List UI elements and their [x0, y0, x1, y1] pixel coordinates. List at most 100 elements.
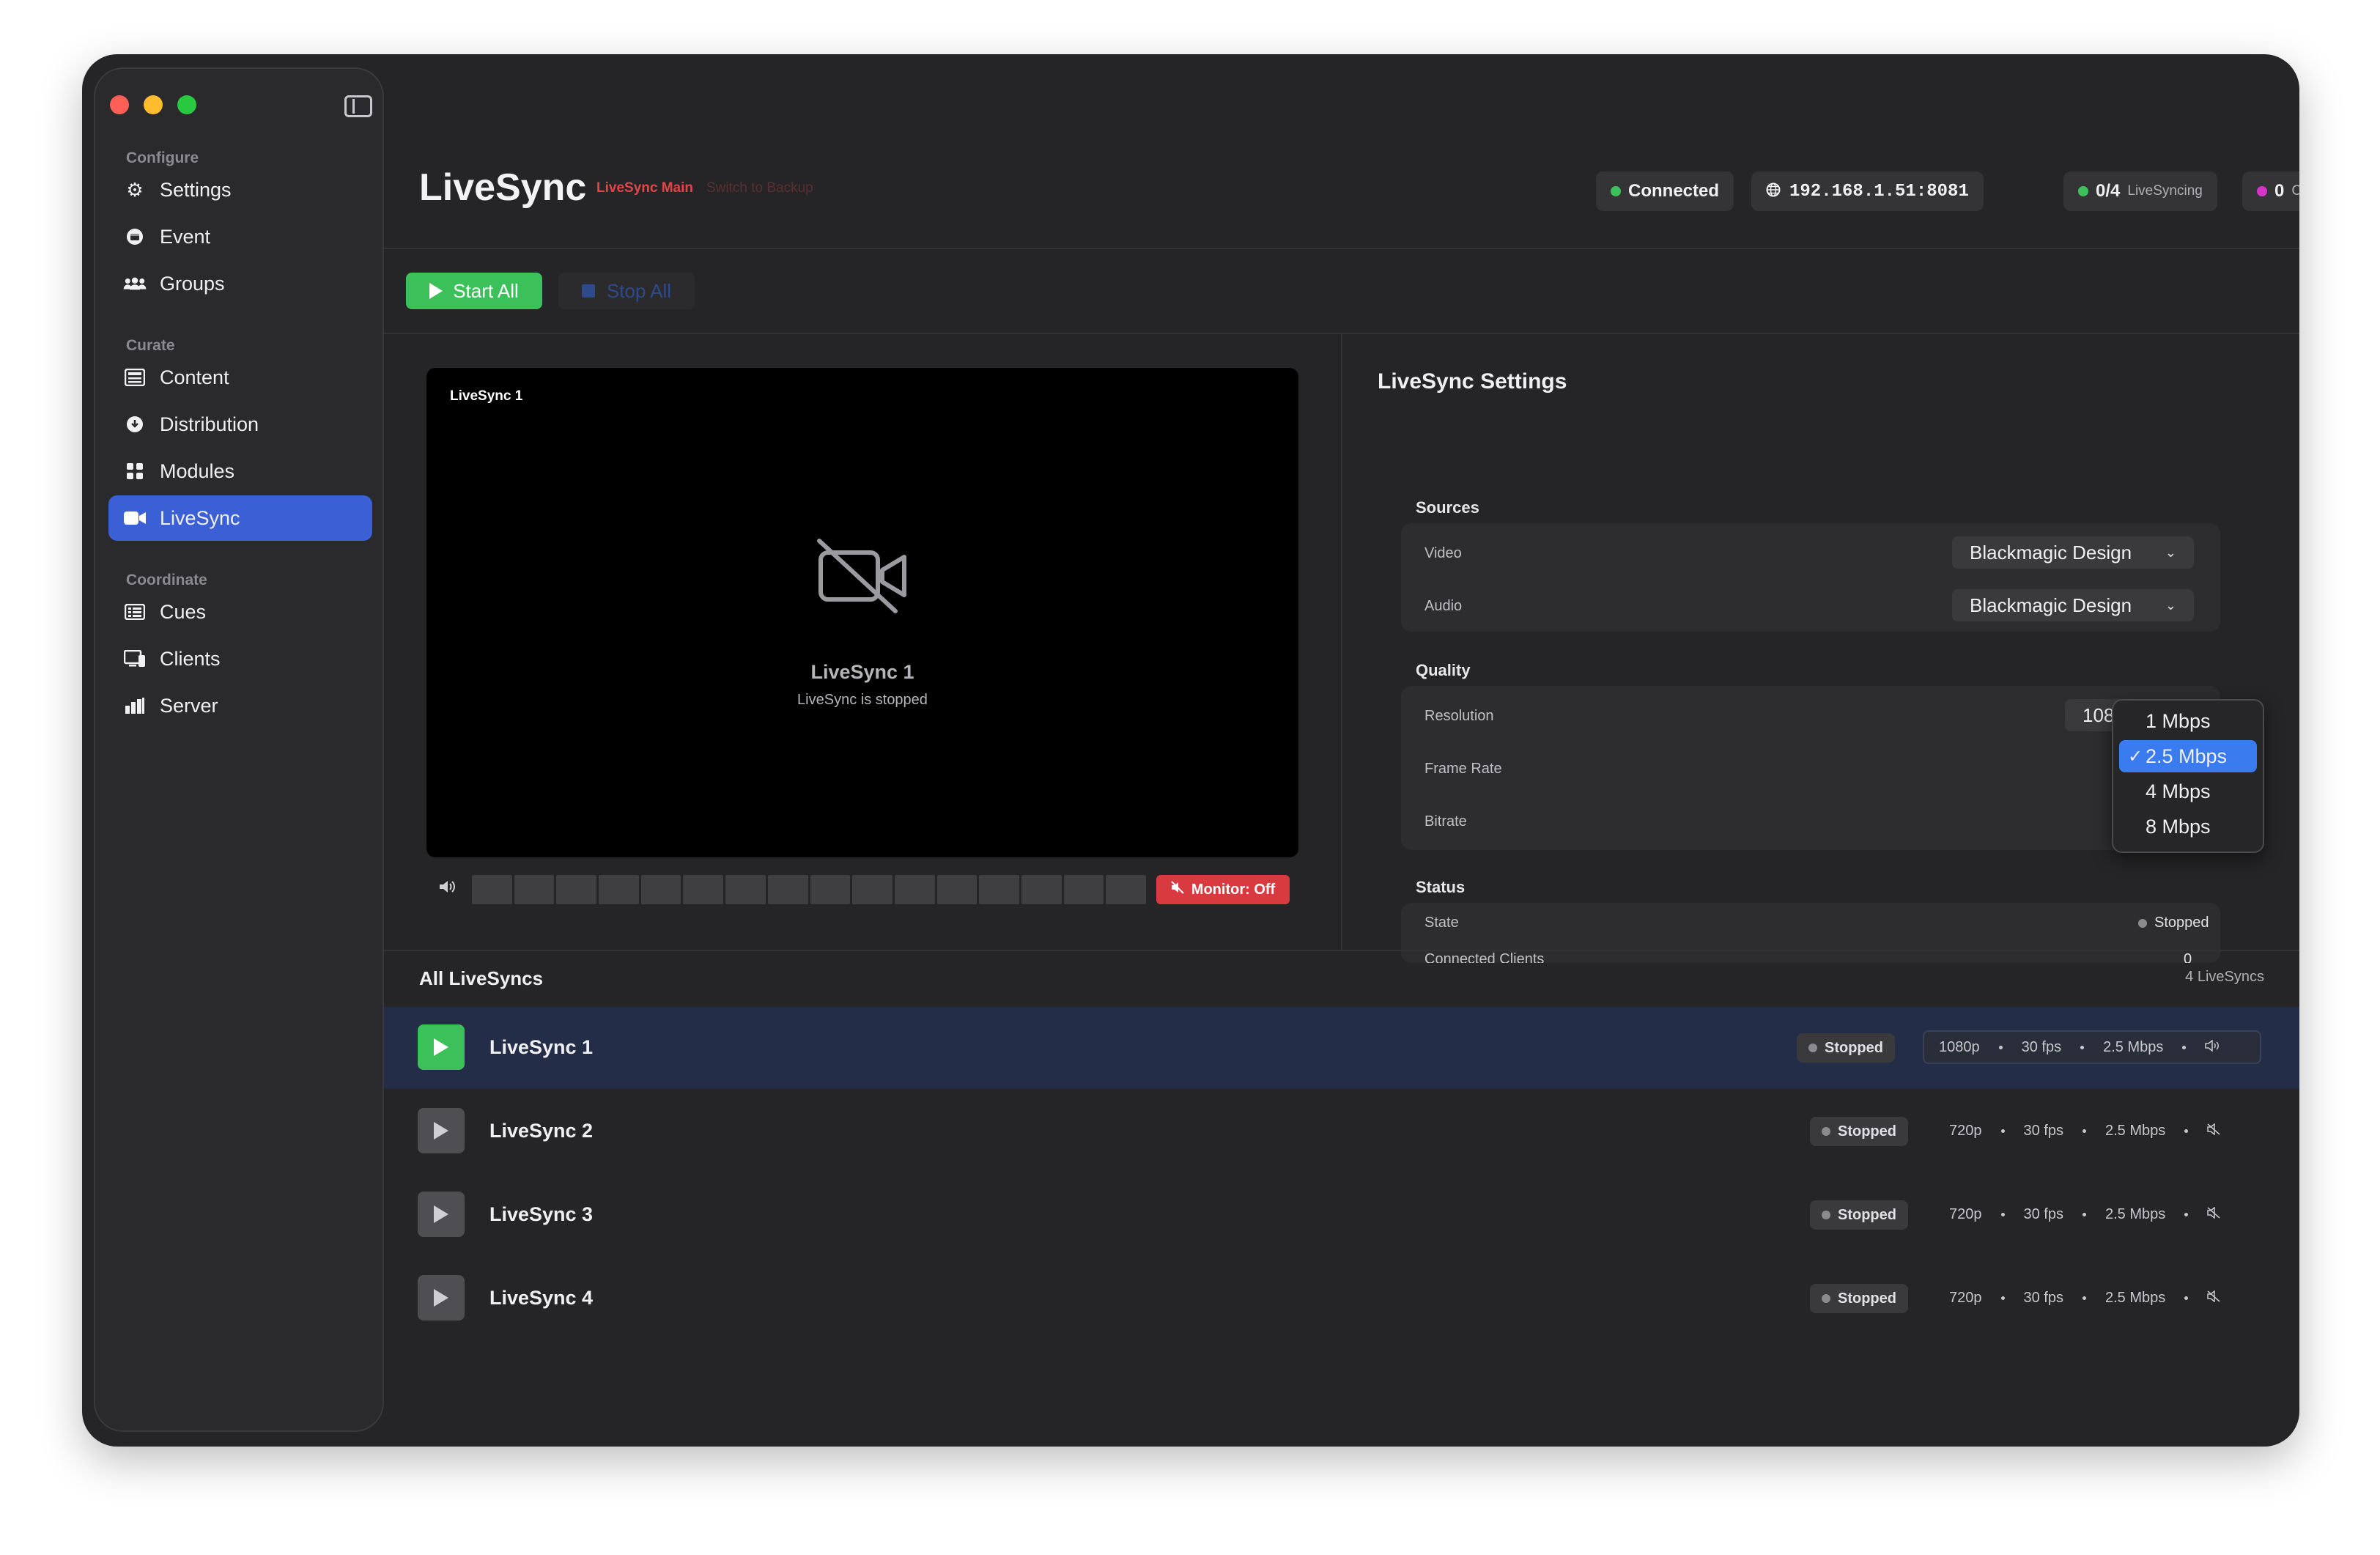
minimize-window-button[interactable]	[144, 95, 163, 114]
state-value: Stopped	[2138, 915, 2209, 931]
server-address-badge[interactable]: 192.168.1.51:8081	[1751, 171, 1984, 211]
play-button[interactable]	[418, 1275, 465, 1321]
livesyncing-count: 0/4	[2096, 181, 2121, 201]
sidebar-item-label: Event	[160, 225, 211, 248]
section-label-curate: Curate	[126, 337, 175, 354]
chevron-down-icon: ⌄	[2165, 544, 2176, 560]
connection-status-text: Connected	[1628, 181, 1720, 201]
divider	[384, 950, 2299, 951]
zoom-window-button[interactable]	[177, 95, 196, 114]
sidebar-item-clients[interactable]: Clients	[108, 636, 372, 682]
preview-label: LiveSync 1	[450, 388, 523, 404]
bitrate-option-selected[interactable]: ✓ 2.5 Mbps	[2119, 740, 2257, 772]
divider	[384, 248, 2299, 249]
sidebar-item-server[interactable]: Server	[108, 683, 372, 728]
list-icon	[123, 602, 147, 622]
sidebar-item-content[interactable]: Content	[108, 355, 372, 400]
level-segment	[894, 875, 935, 904]
speaker-icon	[2205, 1038, 2220, 1056]
instance-label: LiveSync Main	[596, 180, 693, 196]
bitrate-option[interactable]: 4 Mbps	[2119, 775, 2257, 808]
bitrate-option-label: 1 Mbps	[2146, 709, 2211, 732]
state-value-text: Stopped	[2154, 915, 2209, 931]
level-segment	[852, 875, 892, 904]
stream-meta: 1080p 30 fps 2.5 Mbps	[1923, 1030, 2261, 1064]
row-name: LiveSync 2	[489, 1120, 594, 1142]
bitrate-option[interactable]: 8 Mbps	[2119, 810, 2257, 843]
meta-fps: 30 fps	[2021, 1038, 2062, 1055]
play-button[interactable]	[418, 1192, 465, 1237]
start-all-button[interactable]: Start All	[406, 273, 542, 309]
table-row[interactable]: LiveSync 1 Stopped 1080p 30 fps 2.5 Mbps	[384, 1007, 2299, 1089]
livesyncing-label: LiveSyncing	[2127, 183, 2203, 199]
download-icon	[123, 414, 147, 435]
play-icon	[434, 1205, 448, 1223]
stop-icon	[581, 284, 595, 298]
audio-source-value: Blackmagic Design	[1970, 594, 2132, 616]
play-icon	[434, 1289, 448, 1307]
groups-icon	[123, 273, 147, 294]
quality-label: Quality	[1416, 661, 1471, 679]
sidebar-item-label: Cues	[160, 600, 207, 623]
preview-stream-name: LiveSync 1	[810, 661, 914, 683]
start-all-label: Start All	[453, 279, 519, 302]
sidebar-item-event[interactable]: Event	[108, 214, 372, 259]
globe-icon	[1766, 181, 1781, 202]
meta-fps: 30 fps	[2023, 1205, 2063, 1222]
scroll-mask	[1378, 963, 2299, 978]
sidebar-item-distribution[interactable]: Distribution	[108, 402, 372, 447]
level-segment	[1106, 875, 1146, 904]
audio-level-meter	[472, 875, 1146, 904]
bitrate-option-label: 2.5 Mbps	[2146, 745, 2228, 767]
meta-fps: 30 fps	[2023, 1289, 2063, 1306]
meta-bitrate: 2.5 Mbps	[2103, 1038, 2164, 1055]
monitor-icon	[123, 649, 147, 669]
bitrate-menu: 1 Mbps ✓ 2.5 Mbps 4 Mbps 8 Mbps	[2112, 699, 2264, 853]
close-window-button[interactable]	[110, 95, 129, 114]
sidebar-item-cues[interactable]: Cues	[108, 589, 372, 635]
status-section-label: Status	[1416, 878, 1466, 896]
status-text: Stopped	[1838, 1290, 1896, 1307]
video-source-select[interactable]: Blackmagic Design ⌄	[1952, 536, 2194, 569]
sidebar-item-label: Modules	[160, 459, 235, 482]
play-button[interactable]	[418, 1024, 465, 1070]
bar-chart-icon	[123, 695, 147, 716]
play-button[interactable]	[418, 1108, 465, 1153]
list-count: 4 LiveSyncs	[2185, 969, 2264, 985]
sidebar-toggle-icon[interactable]	[344, 95, 372, 117]
stream-meta: 720p 30 fps 2.5 Mbps	[1934, 1197, 2235, 1231]
level-segment	[725, 875, 766, 904]
sidebar: Configure ⚙ Settings Event Groups Curate…	[94, 67, 384, 1432]
sidebar-item-livesync[interactable]: LiveSync	[108, 495, 372, 541]
level-segment	[599, 875, 639, 904]
bitrate-option[interactable]: 1 Mbps	[2119, 705, 2257, 737]
sidebar-item-settings[interactable]: ⚙ Settings	[108, 167, 372, 213]
camera-off-icon	[817, 539, 906, 613]
status-badge: Stopped	[1810, 1200, 1908, 1230]
stop-all-button[interactable]: Stop All	[558, 273, 695, 309]
status-badge: Stopped	[1810, 1117, 1908, 1146]
status-text: Stopped	[1825, 1039, 1883, 1056]
play-icon	[434, 1122, 448, 1140]
table-row[interactable]: LiveSync 2 Stopped 720p 30 fps 2.5 Mbps	[384, 1090, 2299, 1172]
level-segment	[556, 875, 597, 904]
gear-icon: ⚙	[126, 178, 144, 201]
grid-icon	[123, 461, 147, 481]
level-segment	[810, 875, 851, 904]
video-icon	[123, 508, 147, 528]
table-row[interactable]: LiveSync 3 Stopped 720p 30 fps 2.5 Mbps	[384, 1174, 2299, 1256]
audio-source-select[interactable]: Blackmagic Design ⌄	[1952, 589, 2194, 621]
monitor-toggle-button[interactable]: Monitor: Off	[1156, 875, 1290, 904]
meta-bitrate: 2.5 Mbps	[2104, 1205, 2166, 1222]
livesyncing-count-badge: 0/4 LiveSyncing	[2063, 171, 2217, 211]
switch-to-backup-button[interactable]: Switch to Backup	[706, 180, 813, 196]
table-row[interactable]: LiveSync 4 Stopped 720p 30 fps 2.5 Mbps	[384, 1257, 2299, 1340]
sidebar-item-groups[interactable]: Groups	[108, 261, 372, 306]
app-window: Configure ⚙ Settings Event Groups Curate…	[82, 54, 2299, 1447]
section-label-configure: Configure	[126, 149, 199, 166]
status-text: Stopped	[1838, 1123, 1896, 1140]
sidebar-item-modules[interactable]: Modules	[108, 448, 372, 494]
video-preview: LiveSync 1 LiveSync 1 LiveSync is stoppe…	[426, 368, 1298, 857]
sidebar-item-label: LiveSync	[160, 506, 240, 529]
calendar-icon	[123, 226, 147, 247]
